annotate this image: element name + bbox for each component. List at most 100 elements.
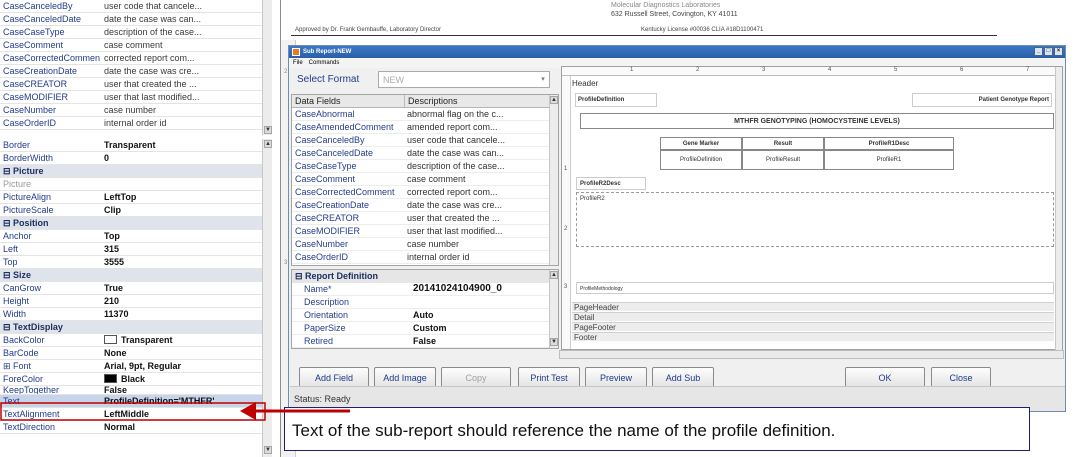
table-row[interactable]: CaseAmendedComment amended report com... xyxy=(292,121,558,134)
scroll-down-icon[interactable]: ▼ xyxy=(264,126,272,134)
list-item[interactable]: CaseCorrectedComment corrected report com… xyxy=(0,52,270,65)
minimize-icon[interactable]: _ xyxy=(1034,47,1043,56)
column-header[interactable]: Descriptions xyxy=(404,95,544,107)
profile-definition-value[interactable]: ProfileDefinition xyxy=(660,150,742,170)
category-size[interactable]: ⊟ Size xyxy=(0,269,270,282)
table-row[interactable]: Orientation Auto xyxy=(292,309,558,322)
select-format-dropdown[interactable]: NEW ▾ xyxy=(378,71,550,88)
column-header[interactable]: Data Fields xyxy=(292,95,404,107)
list-item[interactable]: CaseMODIFIER user that last modified... xyxy=(0,91,270,104)
left-fields-list[interactable]: CaseCanceledBy user code that cancele... … xyxy=(0,0,270,130)
prop-value[interactable]: 11370 xyxy=(100,308,270,320)
property-grid-scrollbar[interactable]: ▲ ▼ xyxy=(262,139,272,457)
prop-value[interactable]: Custom xyxy=(410,322,540,334)
profile-result-value[interactable]: ProfileResult xyxy=(742,150,824,170)
prop-row-picturealign[interactable]: PictureAlign LeftTop xyxy=(0,191,270,204)
prop-value[interactable]: Black xyxy=(100,373,270,385)
prop-value[interactable]: Transparent xyxy=(100,334,270,346)
close-icon[interactable]: × xyxy=(1054,47,1063,56)
list-item[interactable]: CaseCanceledBy user code that cancele... xyxy=(0,0,270,13)
prop-row-text[interactable]: Text ProfileDefinition='MTHFR' xyxy=(0,395,270,408)
prop-row-forecolor[interactable]: ForeColor Black xyxy=(0,373,270,386)
section-pagefooter[interactable]: PageFooter xyxy=(572,322,1054,332)
list-item[interactable]: CaseCanceledDate date the case was can... xyxy=(0,13,270,26)
profile-methodology-field[interactable]: ProfileMethodology xyxy=(576,282,1054,294)
prop-value[interactable]: False xyxy=(410,335,540,347)
prop-row-keeptogether[interactable]: KeepTogether False xyxy=(0,386,270,395)
report-definition-scrollbar[interactable]: ▲ ▼ xyxy=(549,270,558,348)
prop-row-border[interactable]: Border Transparent xyxy=(0,139,270,152)
prop-value[interactable]: Arial, 9pt, Regular xyxy=(100,360,270,372)
prop-value[interactable]: 0 xyxy=(100,152,270,164)
scroll-up-icon[interactable]: ▲ xyxy=(550,271,558,279)
fields-list-scrollbar[interactable]: ▼ xyxy=(262,0,272,135)
prop-row-picture[interactable]: Picture xyxy=(0,178,270,191)
table-row[interactable]: CaseCorrectedComment corrected report com… xyxy=(292,186,558,199)
list-item[interactable]: CaseOrderID internal order id xyxy=(0,117,270,130)
gene-marker-header[interactable]: Gene Marker xyxy=(660,137,742,150)
property-grid[interactable]: Border Transparent BorderWidth 0 ⊟ Picture… xyxy=(0,139,270,434)
scroll-up-icon[interactable]: ▲ xyxy=(550,96,558,104)
list-item[interactable]: CaseCreationDate date the case was cre... xyxy=(0,65,270,78)
prop-value[interactable]: Clip xyxy=(100,204,270,216)
scroll-down-icon[interactable]: ▼ xyxy=(264,446,272,454)
data-fields-grid[interactable]: Data Fields Descriptions CaseAbnormal abn… xyxy=(291,94,559,266)
profile-r2desc-field[interactable]: ProfileR2Desc xyxy=(576,177,646,190)
menu-commands[interactable]: Commands xyxy=(309,58,340,68)
section-detail[interactable]: Detail xyxy=(572,312,1054,322)
table-row[interactable]: CaseCREATOR user that created the ... xyxy=(292,212,558,225)
maximize-icon[interactable]: □ xyxy=(1044,47,1053,56)
data-fields-scrollbar[interactable]: ▲ xyxy=(549,95,558,265)
menu-file[interactable]: File xyxy=(293,58,303,68)
prop-value[interactable]: Normal xyxy=(100,421,270,433)
prop-value[interactable]: Transparent xyxy=(100,139,270,151)
design-horizontal-scrollbar[interactable] xyxy=(559,350,1064,359)
prop-row-borderwidth[interactable]: BorderWidth 0 xyxy=(0,152,270,165)
prop-value[interactable] xyxy=(100,178,270,190)
table-row[interactable]: CaseNumber case number xyxy=(292,238,558,251)
window-titlebar[interactable]: Sub Report-NEW _ □ × xyxy=(289,46,1065,58)
category-position[interactable]: ⊟ Position xyxy=(0,217,270,230)
table-row[interactable]: Name* 20141024104900_0 xyxy=(292,283,558,296)
list-item[interactable]: CaseCREATOR user that created the ... xyxy=(0,78,270,91)
table-row[interactable]: CaseCanceledBy user code that cancele... xyxy=(292,134,558,147)
chevron-down-icon[interactable]: ▾ xyxy=(538,73,548,86)
report-definition-header[interactable]: ⊟ Report Definition xyxy=(292,270,558,283)
profile-r2-field[interactable]: ProfileR2 xyxy=(576,192,1054,247)
table-row[interactable]: CaseMODIFIER user that last modified... xyxy=(292,225,558,238)
r1desc-header[interactable]: ProfileR1Desc xyxy=(824,137,954,150)
prop-value[interactable]: None xyxy=(100,347,270,359)
scroll-up-icon[interactable]: ▲ xyxy=(264,140,272,148)
table-row[interactable]: Description xyxy=(292,296,558,309)
prop-row-picturescale[interactable]: PictureScale Clip xyxy=(0,204,270,217)
scroll-down-icon[interactable]: ▼ xyxy=(550,338,558,346)
prop-value[interactable]: True xyxy=(100,282,270,294)
prop-row-width[interactable]: Width 11370 xyxy=(0,308,270,321)
profile-definition-field[interactable]: ProfileDefinition xyxy=(575,93,657,107)
prop-row-textalignment[interactable]: TextAlignment LeftMiddle xyxy=(0,408,270,421)
list-item[interactable]: CaseCaseType description of the case... xyxy=(0,26,270,39)
prop-value[interactable]: False xyxy=(100,386,270,394)
design-vertical-scrollbar[interactable] xyxy=(1055,67,1062,350)
table-row[interactable]: CaseCreationDate date the case was cre... xyxy=(292,199,558,212)
report-design-surface[interactable]: 1 2 3 4 5 6 7 1 2 3 Header ProfileDefini… xyxy=(561,66,1063,350)
prop-value[interactable]: Auto xyxy=(410,309,540,321)
section-pageheader[interactable]: PageHeader xyxy=(572,302,1054,312)
result-header[interactable]: Result xyxy=(742,137,824,150)
prop-row-backcolor[interactable]: BackColor Transparent xyxy=(0,334,270,347)
category-picture[interactable]: ⊟ Picture xyxy=(0,165,270,178)
prop-value[interactable]: Top xyxy=(100,230,270,242)
prop-row-top[interactable]: Top 3555 xyxy=(0,256,270,269)
section-footer[interactable]: Footer xyxy=(572,332,1054,342)
category-textdisplay[interactable]: ⊟ TextDisplay xyxy=(0,321,270,334)
list-item[interactable]: CaseNumber case number xyxy=(0,104,270,117)
prop-row-cangrow[interactable]: CanGrow True xyxy=(0,282,270,295)
prop-row-height[interactable]: Height 210 xyxy=(0,295,270,308)
prop-value[interactable] xyxy=(410,296,540,308)
mthfr-title-field[interactable]: MTHFR GENOTYPING (HOMOCYSTEINE LEVELS) xyxy=(580,113,1054,129)
prop-value[interactable]: 20141024104900_0 xyxy=(410,283,540,295)
profile-r1-value[interactable]: ProfileR1 xyxy=(824,150,954,170)
prop-value[interactable]: 315 xyxy=(100,243,270,255)
table-row[interactable]: CaseComment case comment xyxy=(292,173,558,186)
prop-value[interactable]: ProfileDefinition='MTHFR' xyxy=(100,395,270,407)
